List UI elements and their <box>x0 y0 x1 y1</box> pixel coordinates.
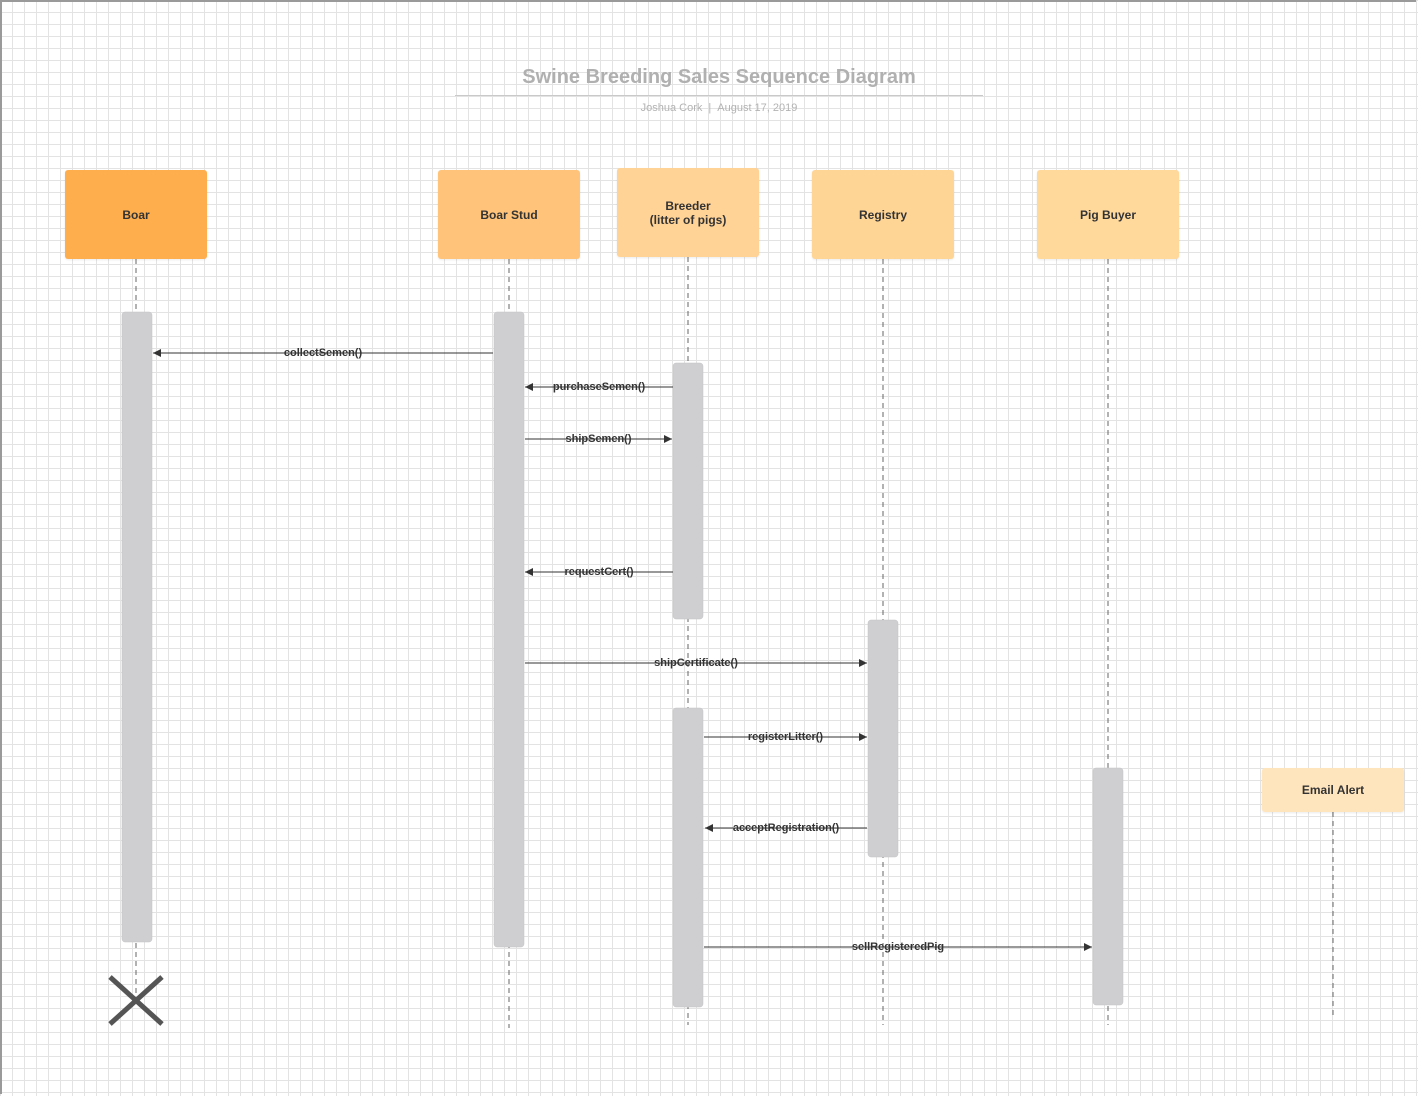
lifeline-head-pig-buyer[interactable]: Pig Buyer <box>1037 170 1179 259</box>
lifeline-head-boar[interactable]: Boar <box>65 170 207 259</box>
message-label: requestCert() <box>564 566 634 578</box>
activation-bar-boar[interactable] <box>121 311 153 943</box>
lifeline-label: Registry <box>858 207 908 222</box>
message-label: purchaseSemen() <box>552 381 646 393</box>
sequence-diagram-canvas <box>108 257 1334 1028</box>
destroy-marker-x-icon <box>108 975 164 1026</box>
activation-bar-breeder[interactable] <box>672 362 704 620</box>
activation-bar-pig-buyer[interactable] <box>1092 767 1124 1006</box>
activation-bar-boar-stud[interactable] <box>493 311 525 948</box>
lifeline-head-email-alert[interactable]: Email Alert <box>1262 768 1404 812</box>
message-label: sellRegisteredPig <box>851 941 945 953</box>
activation-bar-breeder[interactable] <box>672 707 704 1008</box>
message-label: shipSemen() <box>565 433 632 445</box>
lifeline-label: Boar Stud <box>480 207 538 222</box>
lifeline-label: Email Alert <box>1301 783 1365 797</box>
lifeline-label: Breeder (litter of pigs) <box>649 198 727 227</box>
activation-bar-registry[interactable] <box>867 619 899 858</box>
lifeline-head-registry[interactable]: Registry <box>812 170 954 259</box>
message-label: shipCertificate() <box>654 657 738 669</box>
lifeline-head-breeder[interactable]: Breeder (litter of pigs) <box>617 168 759 257</box>
message-label: registerLitter() <box>747 731 824 743</box>
message-label: acceptRegistration() <box>732 822 840 834</box>
lifeline-head-boar-stud[interactable]: Boar Stud <box>438 170 580 259</box>
message-label: collectSemen() <box>283 347 363 359</box>
lifeline-label: Boar <box>122 207 150 222</box>
lifeline-label: Pig Buyer <box>1079 207 1136 222</box>
